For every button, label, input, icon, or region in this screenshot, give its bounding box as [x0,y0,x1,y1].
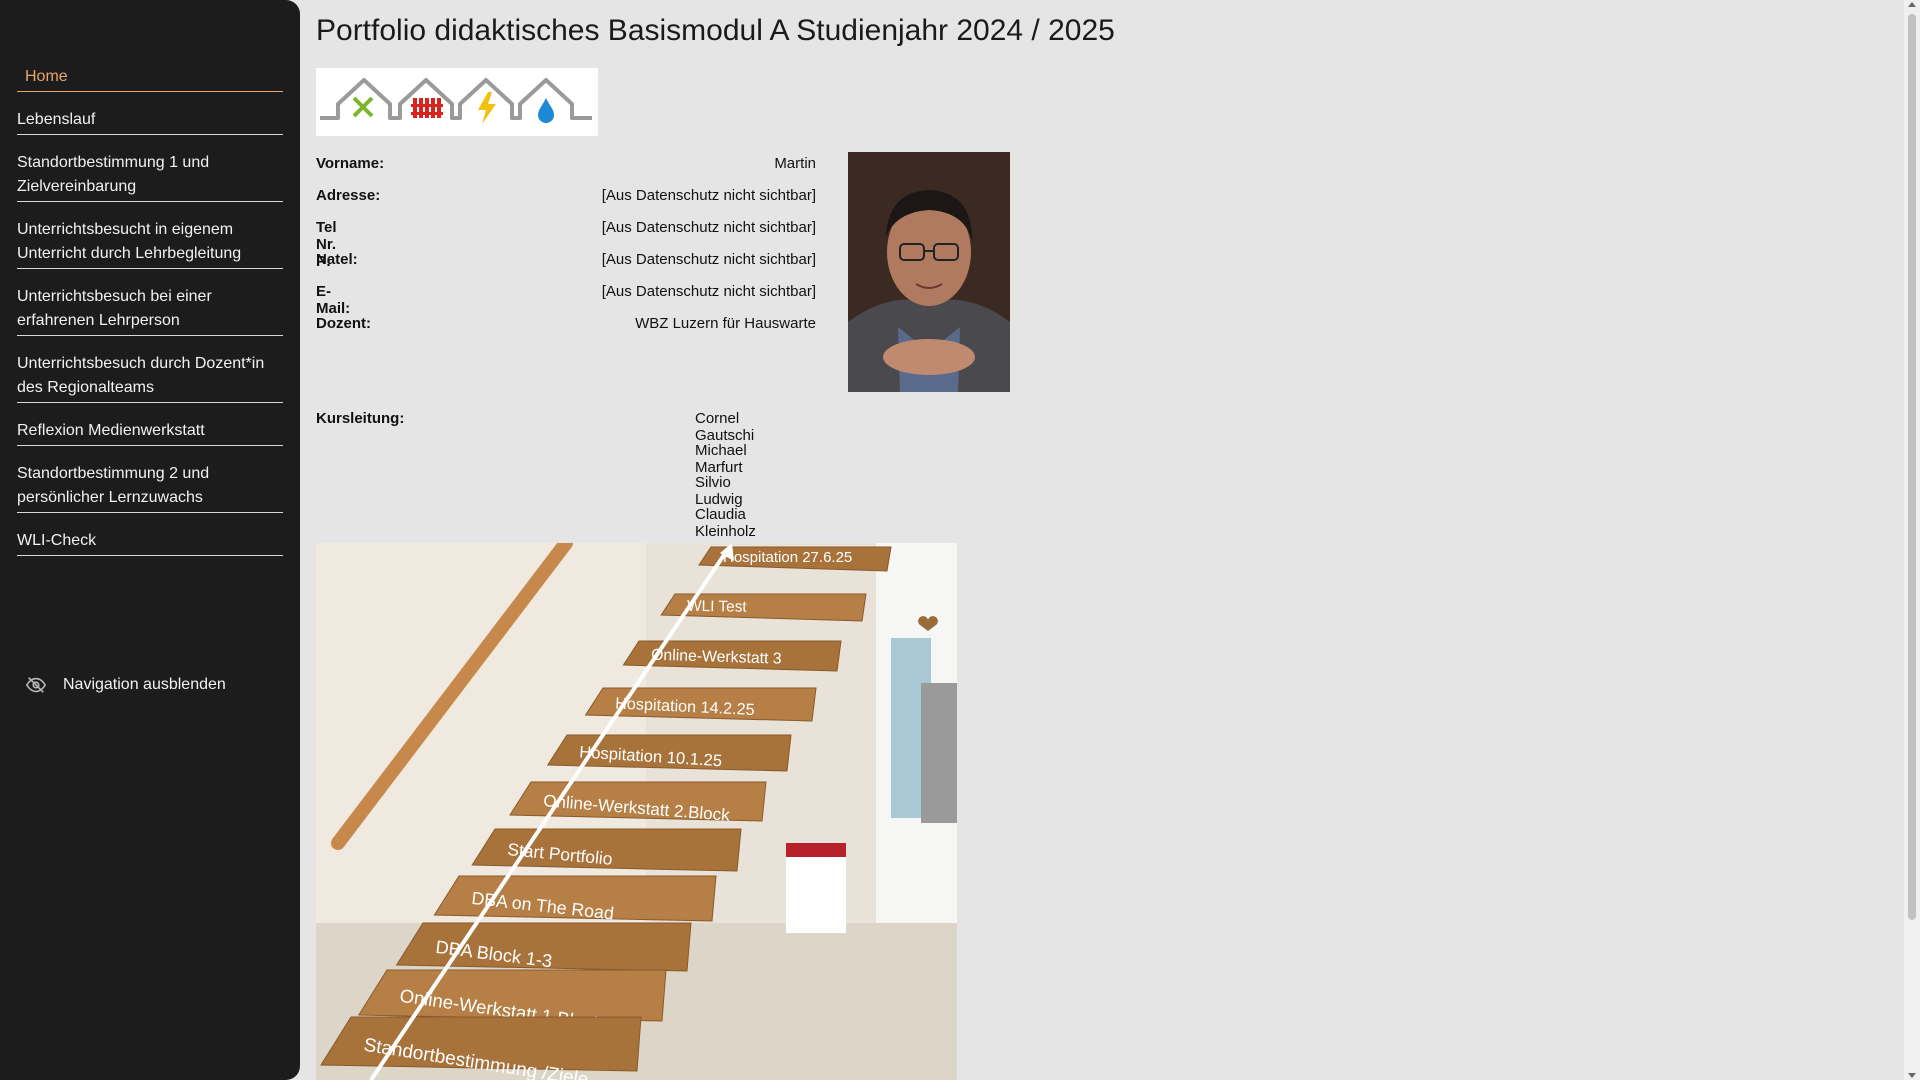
nav-item-unterrichtsbesuch-erfahrene-lehrperson[interactable]: Unterrichtsbesuch bei einer erfahrenen L… [17,283,283,336]
nav-list: Home Lebenslauf Standortbestimmung 1 und… [17,63,283,570]
kursleitung-name: Cornel Gautschi [695,410,755,444]
sidebar-navigation: Home Lebenslauf Standortbestimmung 1 und… [0,0,300,1080]
hide-navigation-button[interactable]: Navigation ausblenden [25,674,226,696]
main-content: Portfolio didaktisches Basismodul A Stud… [316,0,1896,1080]
house-services-logo [316,68,598,136]
kursleitung-name: Michael Marfurt [695,442,747,476]
hide-navigation-label: Navigation ausblenden [63,676,226,693]
portfolio-stairs-image: Hospitation 27.6.25 WLI Test Online-Werkst… [316,543,957,1080]
adresse-value: [Aus Datenschutz nicht sichtbar] [601,187,816,204]
scroll-up-arrow-icon[interactable] [1908,2,1916,7]
radiator-icon [411,98,443,118]
natel-value: [Aus Datenschutz nicht sichtbar] [601,251,816,268]
nav-item-wli-check[interactable]: WLI-Check [17,527,283,556]
eye-slash-icon [25,677,47,693]
nav-item-standortbestimmung-1[interactable]: Standortbestimmung 1 und Zielvereinbarun… [17,149,283,202]
nav-item-home[interactable]: Home [17,63,283,92]
portrait-photo [848,152,1010,392]
vorname-value: Martin [774,155,816,172]
dozent-value: WBZ Luzern für Hauswarte [635,315,816,332]
nav-item-standortbestimmung-2[interactable]: Standortbestimmung 2 und persönlicher Le… [17,460,283,513]
nav-item-reflexion-medienwerkstatt[interactable]: Reflexion Medienwerkstatt [17,417,283,446]
scroll-down-arrow-icon[interactable] [1908,1073,1916,1078]
tel-value: [Aus Datenschutz nicht sichtbar] [601,219,816,236]
nav-item-unterrichtsbesuch-eigener-unterricht[interactable]: Unterrichtsbesucht in eigenem Unterricht… [17,216,283,269]
tools-icon [352,96,374,118]
stair-step: Start Portfolio [471,828,742,872]
vertical-scrollbar[interactable] [1904,0,1920,1080]
kursleitung-label: Kursleitung: [316,410,405,427]
water-drop-icon [538,98,554,123]
page-title: Portfolio didaktisches Basismodul A Stud… [316,14,1115,47]
stair-step: Hospitation 14.2.25 [584,687,817,722]
email-value: [Aus Datenschutz nicht sichtbar] [601,283,816,300]
stair-step: DBA Block 1-3 [395,922,692,972]
stair-step-label: WLI Test [687,598,748,616]
scroll-thumb[interactable] [1908,14,1916,920]
kursleitung-name: Claudia Kleinholz [695,506,756,540]
lightning-icon [478,92,496,124]
kursleitung-name: Silvio Ludwig [695,474,743,508]
nav-item-lebenslauf[interactable]: Lebenslauf [17,106,283,135]
stair-step-label: Hospitation 27.6.25 [723,549,852,566]
nav-item-unterrichtsbesuch-dozent[interactable]: Unterrichtsbesuch durch Dozent*in des Re… [17,350,283,403]
